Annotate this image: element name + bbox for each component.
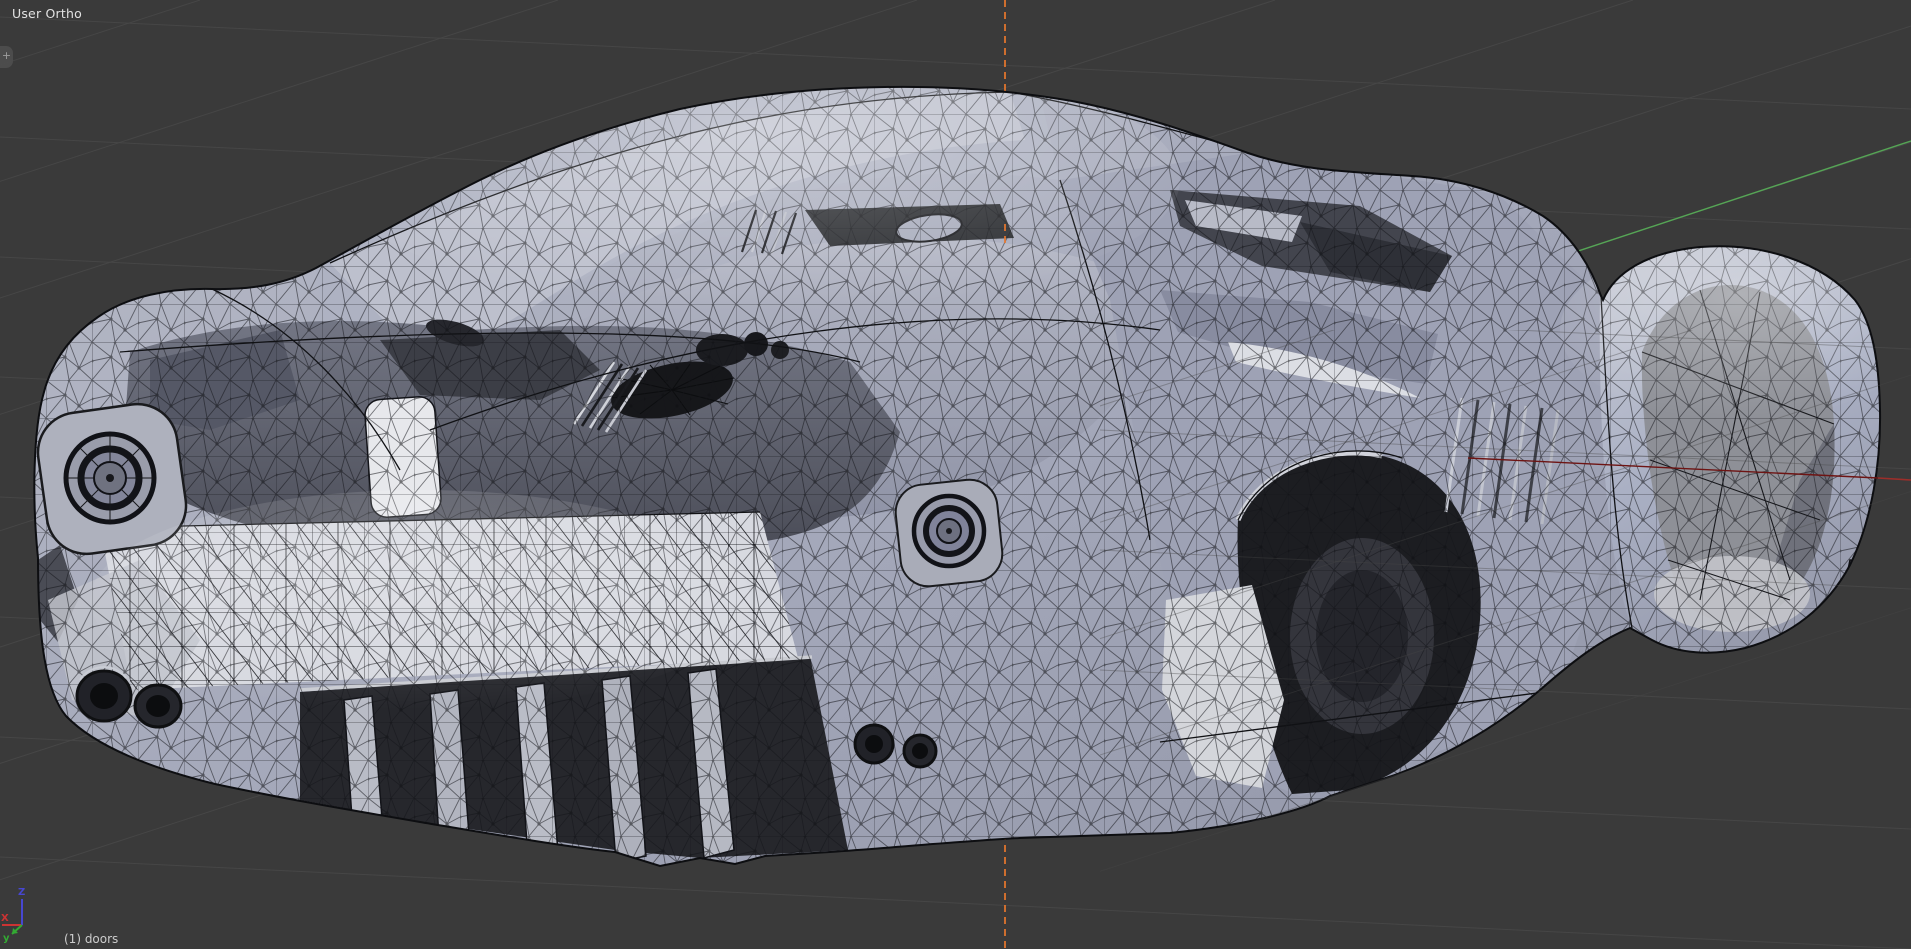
gizmo-y-label: y xyxy=(3,933,10,944)
gizmo-z-label: Z xyxy=(18,887,25,898)
gizmo-x-label: X xyxy=(1,913,9,924)
axis-gizmo: X Z y xyxy=(1,887,25,944)
view-mode-label: User Ortho xyxy=(12,6,82,21)
viewport-canvas[interactable] xyxy=(0,0,1911,949)
toolshelf-expand-tab[interactable]: + xyxy=(0,46,13,68)
suspension-fragment xyxy=(1841,559,1881,601)
tail-light-right xyxy=(894,478,1004,588)
selection-status-label: (1) doors xyxy=(64,932,119,946)
car-model-mesh[interactable] xyxy=(0,0,1911,949)
blender-3d-viewport[interactable]: User Ortho (1) doors + X Z y xyxy=(0,0,1911,949)
y-axis-line xyxy=(1544,140,1911,263)
